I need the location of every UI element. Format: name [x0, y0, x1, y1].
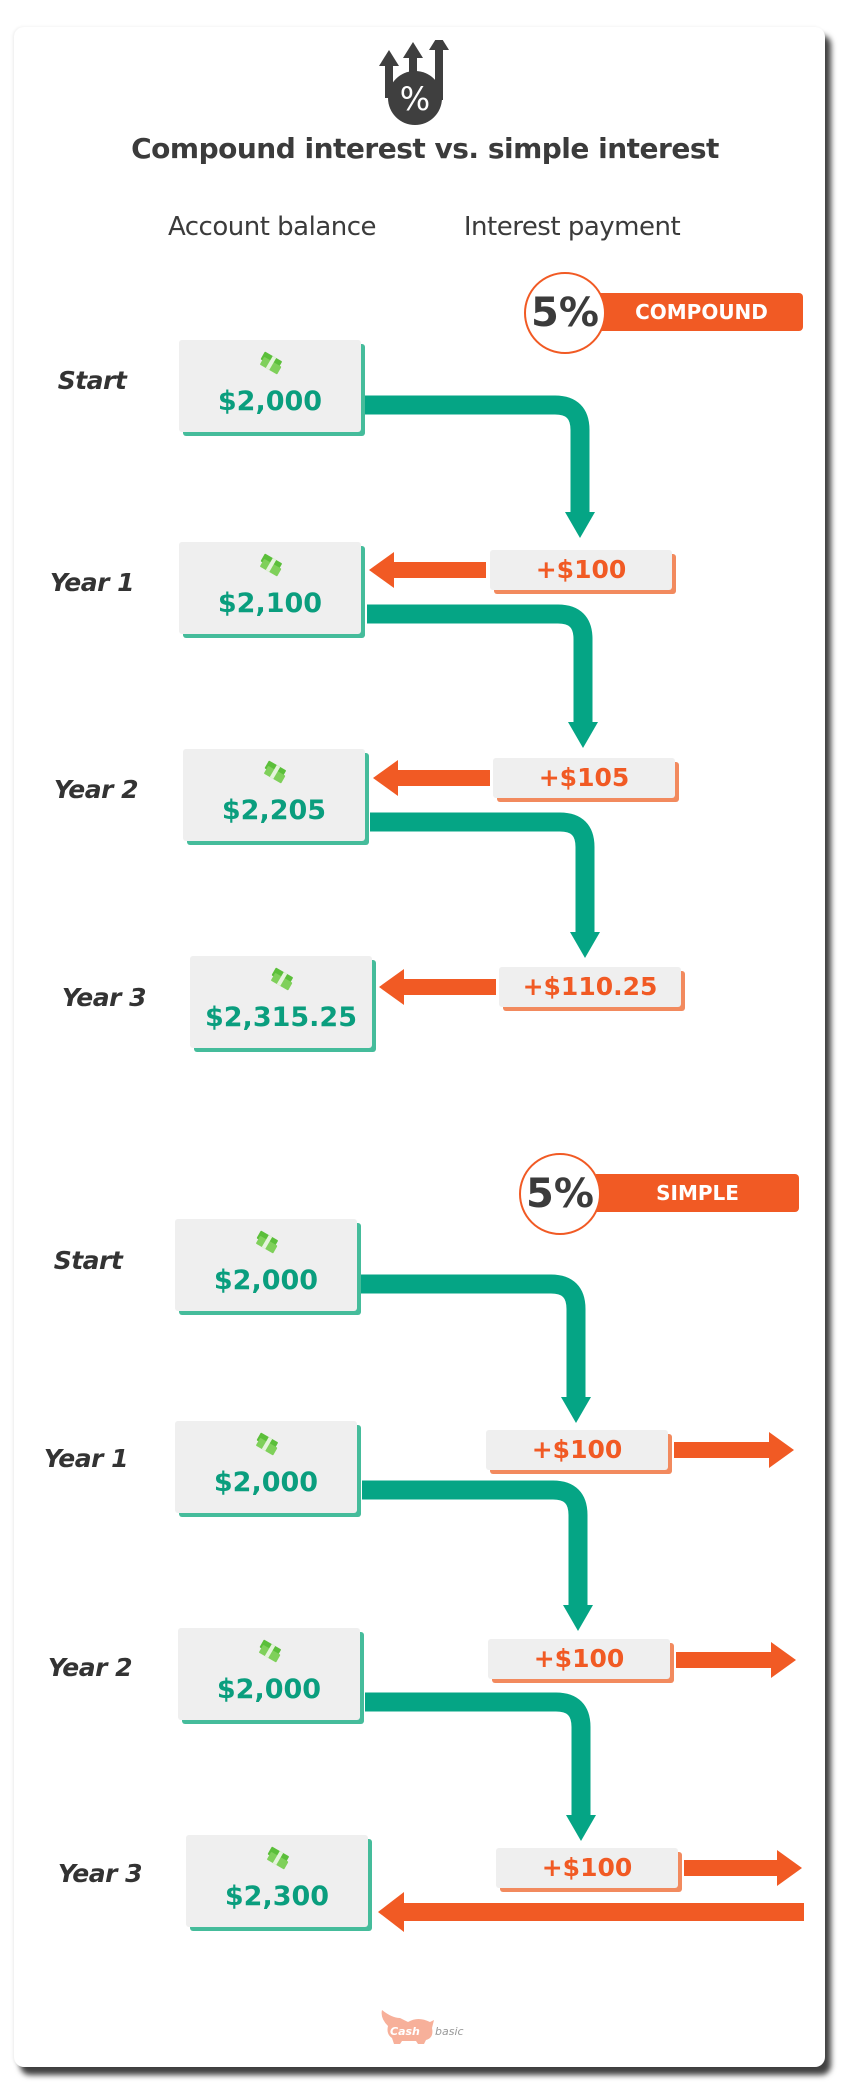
- badge-simple-rate: 5%: [519, 1153, 601, 1235]
- green-flow-arrow: [362, 1480, 588, 1608]
- interest-box: +$100: [488, 1639, 670, 1679]
- balance-box: $2,315.25: [190, 956, 372, 1048]
- badge-simple-type: SIMPLE: [596, 1174, 799, 1212]
- interest-box: +$110.25: [499, 967, 681, 1007]
- orange-return-arrow: [402, 1903, 804, 1921]
- interest-box: +$100: [486, 1430, 668, 1470]
- balance-box: $2,000: [179, 340, 361, 432]
- row-label: Year 2: [53, 775, 139, 804]
- green-flow-arrow: [365, 1692, 591, 1818]
- orange-arrow: [674, 1442, 771, 1458]
- piggy-bank-logo-icon: Cash basic: [381, 2010, 464, 2044]
- row-label: Year 1: [43, 1444, 129, 1473]
- green-flow-arrow: [360, 1274, 586, 1400]
- money-icon: [253, 1230, 281, 1254]
- balance-box: $2,300: [186, 1835, 368, 1927]
- row-label: Year 3: [61, 983, 147, 1012]
- row-label: Year 3: [57, 1859, 143, 1888]
- money-icon: [261, 760, 289, 784]
- money-icon: [253, 1432, 281, 1456]
- money-icon: [268, 967, 296, 991]
- money-icon: [257, 553, 285, 577]
- cashbasic-logo: Cash basic: [378, 2008, 478, 2044]
- orange-arrow: [392, 562, 486, 578]
- badge-compound-type: COMPOUND: [600, 293, 803, 331]
- money-icon: [264, 1846, 292, 1870]
- row-label: Start: [53, 1246, 123, 1275]
- orange-arrow: [396, 770, 490, 786]
- row-label: Year 1: [49, 568, 135, 597]
- balance-box: $2,000: [175, 1219, 357, 1311]
- green-flow-arrow: [364, 395, 590, 515]
- money-icon: [257, 351, 285, 375]
- interest-box: +$100: [490, 550, 672, 590]
- interest-box: +$100: [496, 1848, 678, 1888]
- row-label: Start: [57, 366, 127, 395]
- orange-arrow: [402, 979, 496, 995]
- interest-box: +$105: [493, 758, 675, 798]
- money-icon: [256, 1639, 284, 1663]
- balance-box: $2,100: [179, 542, 361, 634]
- row-label: Year 2: [47, 1653, 133, 1682]
- green-flow-arrow: [370, 812, 595, 935]
- green-flow-arrow: [367, 604, 593, 725]
- orange-arrow: [684, 1860, 779, 1876]
- svg-text:basic: basic: [435, 2025, 464, 2038]
- balance-box: $2,205: [183, 749, 365, 841]
- orange-arrow: [676, 1652, 773, 1668]
- svg-text:Cash: Cash: [390, 2025, 420, 2038]
- badge-compound-rate: 5%: [524, 272, 606, 354]
- balance-box: $2,000: [178, 1628, 360, 1720]
- balance-box: $2,000: [175, 1421, 357, 1513]
